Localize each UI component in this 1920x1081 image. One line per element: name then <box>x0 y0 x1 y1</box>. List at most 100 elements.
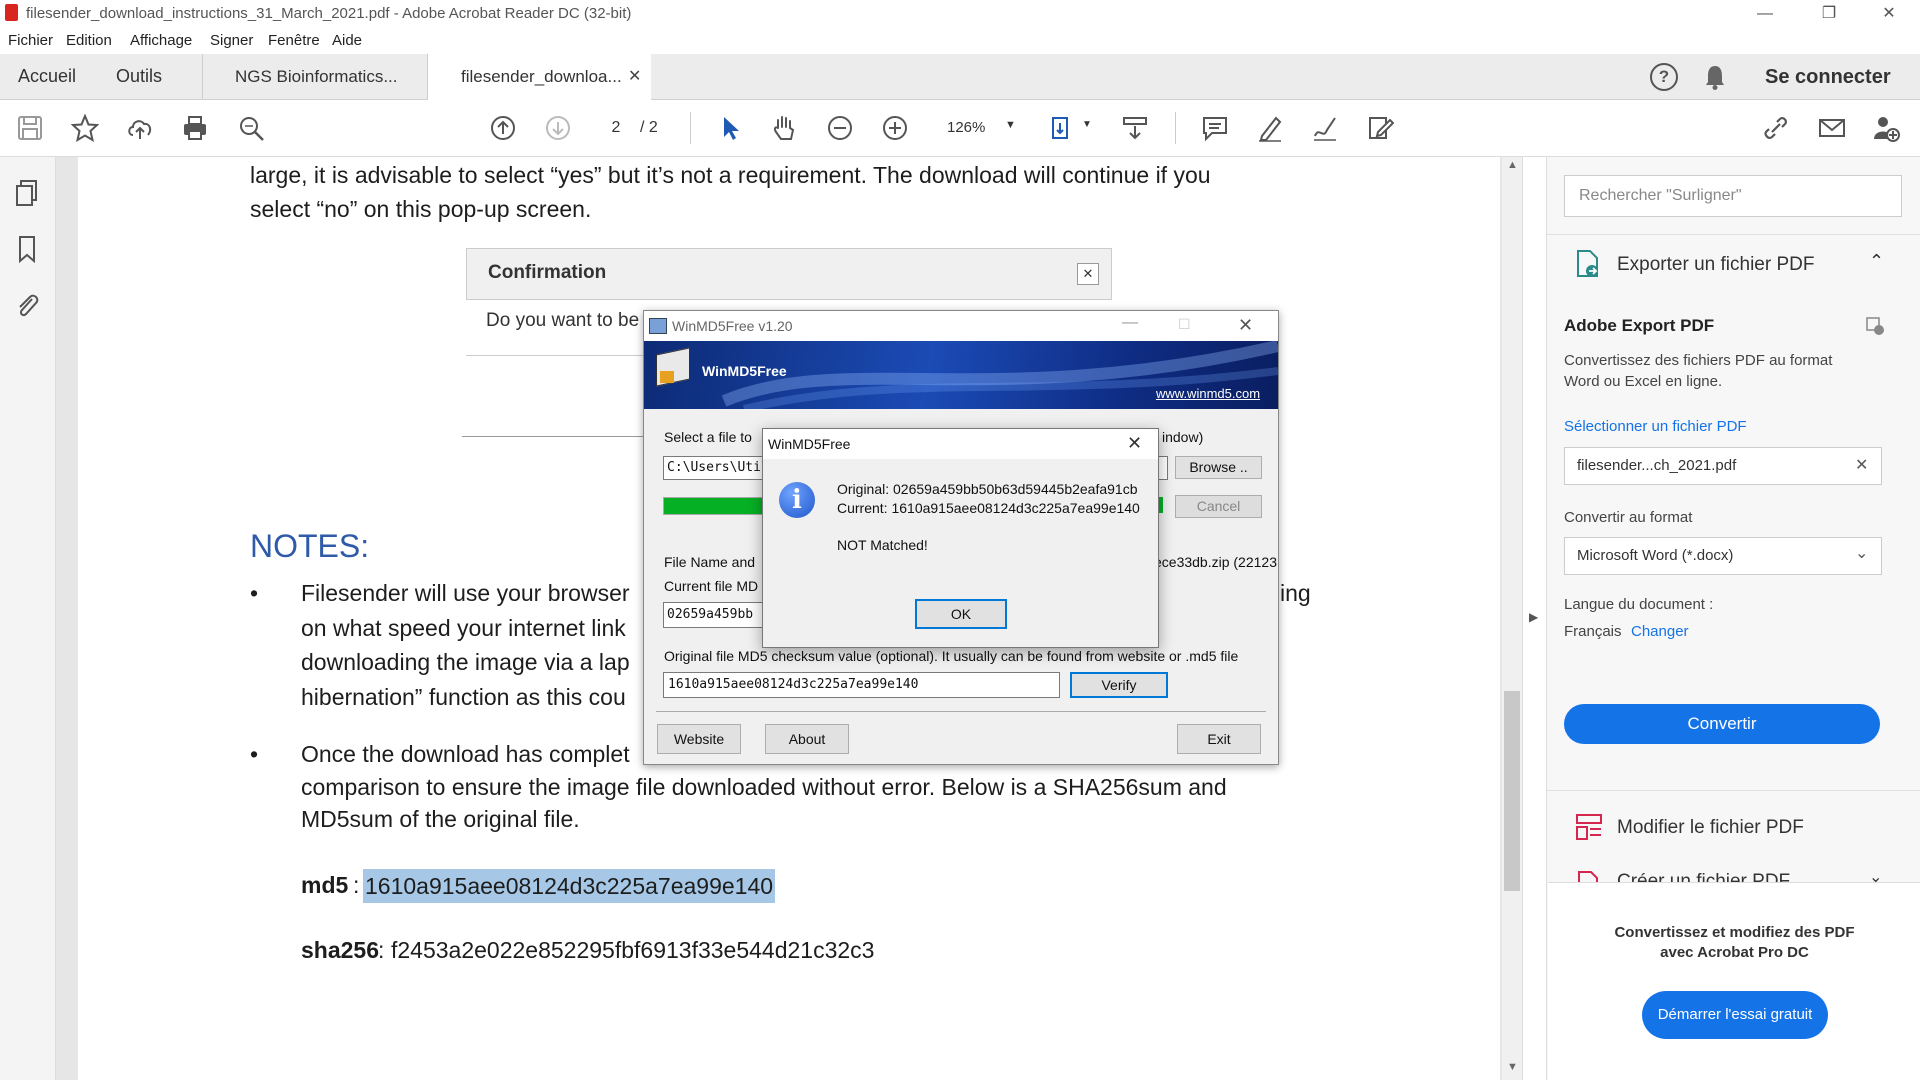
format-value: Microsoft Word (*.docx) <box>1577 547 1734 564</box>
ok-button[interactable]: OK <box>915 599 1007 629</box>
sha256-label: sha256 <box>301 937 380 963</box>
select-cursor-icon[interactable] <box>716 114 744 142</box>
share-link-icon[interactable] <box>1762 114 1790 142</box>
selected-file-field[interactable]: filesender...ch_2021.pdf ✕ <box>1564 447 1882 485</box>
collapse-chevron-up-icon[interactable]: ⌃ <box>1869 251 1884 272</box>
tools-search-input[interactable]: Rechercher "Surligner" <box>1564 175 1902 217</box>
tab-document-ngs[interactable]: NGS Bioinformatics... <box>235 54 398 99</box>
tab-accueil[interactable]: Accueil <box>18 54 76 99</box>
scroll-up-arrow-icon[interactable]: ▲ <box>1507 159 1518 171</box>
comment-icon[interactable] <box>1201 114 1229 142</box>
tab-bar: Accueil Outils NGS Bioinformatics... fil… <box>0 54 1920 100</box>
previous-page-icon[interactable] <box>489 114 517 142</box>
tab-document-filesender-active[interactable]: filesender_downloa... ✕ <box>428 54 651 100</box>
convert-format-label: Convertir au format <box>1564 509 1693 526</box>
tab-label: filesender_downloa... <box>461 67 622 86</box>
pages-icon[interactable] <box>14 179 40 207</box>
sha256-value: f2453a2e022e852295fbf6913f33e544d21c32c3 <box>391 937 875 963</box>
menu-fichier[interactable]: Fichier <box>8 32 53 49</box>
document-language-label: Langue du document : <box>1564 596 1714 613</box>
select-pdf-link[interactable]: Sélectionner un fichier PDF <box>1564 418 1747 435</box>
select-file-label: Select a file to <box>664 429 752 445</box>
bookmark-star-icon[interactable] <box>71 114 99 142</box>
restore-button[interactable]: ❐ <box>1806 0 1852 28</box>
close-window-button[interactable]: ✕ <box>1866 0 1912 28</box>
hand-tool-icon[interactable] <box>770 114 798 142</box>
change-language-link[interactable]: Changer <box>1631 623 1689 640</box>
close-icon[interactable]: ✕ <box>1127 433 1142 454</box>
convert-button[interactable]: Convertir <box>1564 704 1880 744</box>
menu-fenetre[interactable]: Fenêtre <box>268 32 320 49</box>
about-button[interactable]: About <box>765 724 849 754</box>
search-icon[interactable] <box>237 114 265 142</box>
message-box-title: WinMD5Free <box>768 436 851 452</box>
tab-outils[interactable]: Outils <box>116 54 162 99</box>
bookmark-icon[interactable] <box>15 235 39 263</box>
original-md5-field[interactable]: 1610a915aee08124d3c225a7ea99e140 <box>663 672 1060 698</box>
notification-bell-icon[interactable] <box>1703 64 1727 90</box>
edit-pdf-tool[interactable]: Modifier le fichier PDF <box>1617 817 1804 839</box>
verify-button[interactable]: Verify <box>1070 672 1168 698</box>
current-hash-text: Current: 1610a915aee08124d3c225a7ea99e14… <box>837 500 1140 516</box>
file-name-label: File Name and <box>664 554 756 570</box>
menu-aide[interactable]: Aide <box>332 32 362 49</box>
add-user-icon[interactable] <box>1872 114 1900 142</box>
zoom-dropdown[interactable]: 126% ▼ <box>935 114 1025 142</box>
scroll-down-arrow-icon[interactable]: ▼ <box>1507 1061 1518 1073</box>
fill-sign-icon[interactable] <box>1366 114 1394 142</box>
search-placeholder: Rechercher "Surligner" <box>1579 187 1742 204</box>
current-md5-field[interactable]: 02659a459bb <box>663 602 768 628</box>
format-dropdown[interactable]: Microsoft Word (*.docx) ⌄ <box>1564 537 1882 575</box>
next-page-icon[interactable] <box>544 114 572 142</box>
attachment-icon[interactable] <box>14 291 40 319</box>
menu-affichage[interactable]: Affichage <box>130 32 192 49</box>
clear-file-icon[interactable]: ✕ <box>1855 455 1868 475</box>
original-hash-text: Original: 02659a459bb50b63d59445b2eafa91… <box>837 481 1138 497</box>
scrollbar-thumb[interactable] <box>1504 691 1520 891</box>
highlight-pen-icon[interactable] <box>1256 114 1284 142</box>
bullet-icon: • <box>250 741 259 767</box>
minimize-button[interactable]: — <box>1742 0 1788 28</box>
close-tab-icon[interactable]: ✕ <box>628 66 641 86</box>
right-tools-panel: Rechercher "Surligner" Exporter un fichi… <box>1546 157 1920 1081</box>
start-free-trial-button[interactable]: Démarrer l'essai gratuit <box>1642 991 1828 1039</box>
export-description: Word ou Excel en ligne. <box>1564 373 1723 390</box>
collapse-right-arrow-icon[interactable]: ▶ <box>1529 610 1538 624</box>
menu-edition[interactable]: Edition <box>66 32 112 49</box>
exit-button[interactable]: Exit <box>1177 724 1261 754</box>
email-icon[interactable] <box>1818 114 1846 142</box>
md5-value-highlighted[interactable]: 1610a915aee08124d3c225a7ea99e140 <box>363 869 776 903</box>
file-name-value-end: ece33db.zip (22123 <box>1154 554 1277 570</box>
export-description: Convertissez des fichiers PDF au format <box>1564 352 1833 369</box>
zoom-out-icon[interactable] <box>826 114 854 142</box>
menu-signer[interactable]: Signer <box>210 32 253 49</box>
confirmation-text: Do you want to be <box>486 310 640 331</box>
export-info-icon[interactable] <box>1865 316 1885 336</box>
zoom-in-icon[interactable] <box>881 114 909 142</box>
winmd5-website-link[interactable]: www.winmd5.com <box>1156 386 1260 401</box>
doc-bullet-line: comparison to ensure the image file down… <box>301 774 1227 800</box>
page-number-input[interactable]: 2 <box>598 113 634 143</box>
document-scrollbar[interactable]: ▲ ▼ <box>1502 157 1522 1080</box>
progress-bar <box>663 497 765 515</box>
website-button[interactable]: Website <box>657 724 741 754</box>
export-pdf-title[interactable]: Exporter un fichier PDF <box>1617 254 1814 276</box>
maximize-icon: ☐ <box>1178 316 1191 332</box>
export-pdf-icon <box>1577 250 1598 277</box>
scroll-mode-icon[interactable] <box>1121 114 1149 142</box>
upload-cloud-icon[interactable] <box>126 114 154 142</box>
sign-in-link[interactable]: Se connecter <box>1765 66 1891 89</box>
minimize-icon[interactable]: — <box>1122 314 1138 332</box>
colon: : <box>378 937 385 963</box>
close-icon[interactable]: ✕ <box>1238 315 1253 336</box>
save-icon[interactable] <box>16 114 44 142</box>
chevron-down-icon: ⌄ <box>1855 545 1869 562</box>
fit-page-icon[interactable] <box>1049 114 1077 142</box>
browse-button[interactable]: Browse .. <box>1175 456 1262 479</box>
print-icon[interactable] <box>181 114 209 142</box>
fit-page-dropdown-icon[interactable]: ▼ <box>1082 119 1092 130</box>
current-md5-label: Current file MD <box>664 578 759 594</box>
selected-file-name: filesender...ch_2021.pdf <box>1577 457 1737 474</box>
help-icon[interactable]: ? <box>1650 63 1678 91</box>
sign-icon[interactable] <box>1311 114 1339 142</box>
